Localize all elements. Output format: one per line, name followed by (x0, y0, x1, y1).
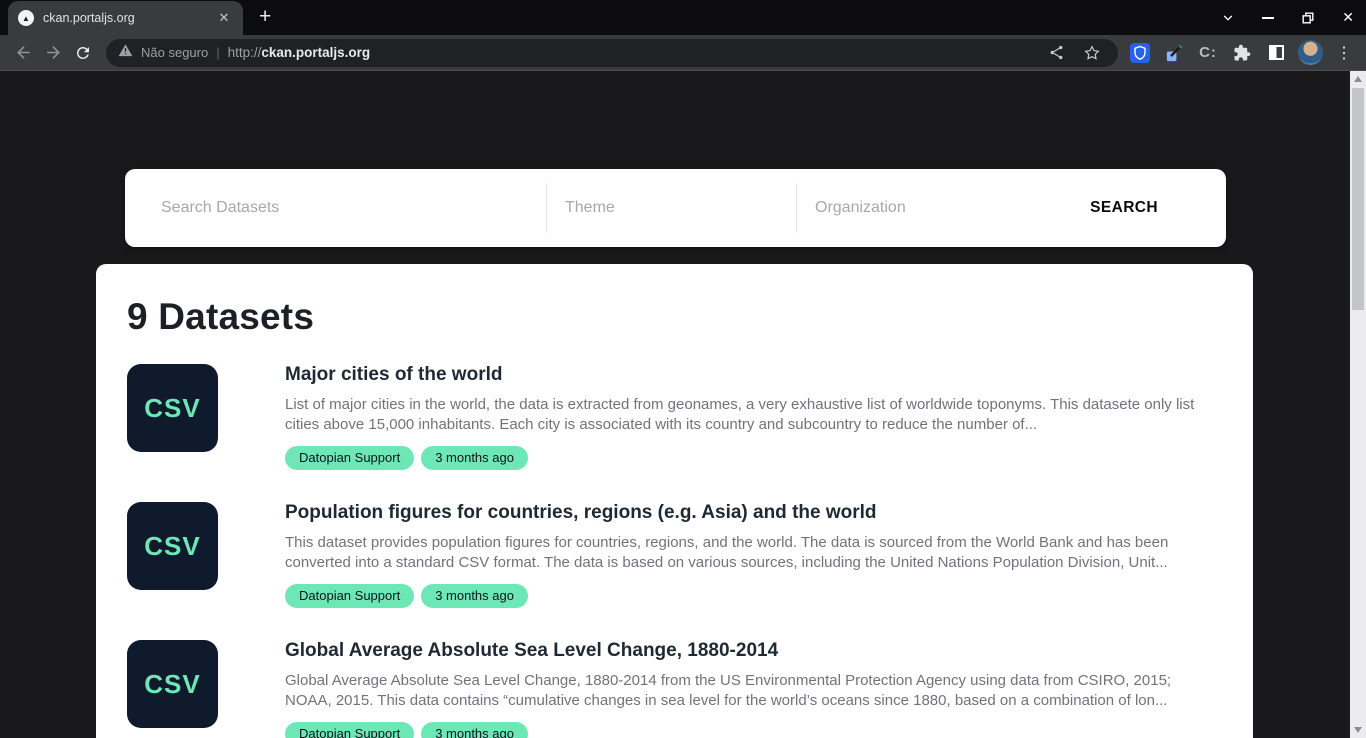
restore-button[interactable] (1301, 11, 1315, 25)
csv-format-tile: CSV (127, 364, 218, 452)
minimize-button[interactable] (1262, 17, 1274, 19)
dataset-description: Global Average Absolute Sea Level Change… (285, 671, 1221, 711)
tab-title: ckan.portaljs.org (43, 11, 206, 25)
page-scrollbar[interactable] (1350, 71, 1366, 738)
browser-toolbar: Não seguro | http://ckan.portaljs.org C:… (0, 35, 1366, 71)
back-icon[interactable] (8, 38, 38, 68)
scroll-down-icon[interactable] (1350, 723, 1366, 737)
not-secure-warning-icon (118, 43, 133, 63)
organization-input[interactable] (797, 169, 1060, 247)
url-scheme: http:// (228, 45, 262, 60)
dataset-row: CSV Major cities of the world List of ma… (127, 364, 1221, 470)
results-card: 9 Datasets CSV Major cities of the world… (96, 264, 1253, 738)
forward-icon[interactable] (38, 38, 68, 68)
browser-tab[interactable]: ▲ ckan.portaljs.org ✕ (8, 1, 243, 35)
datasets-count-heading: 9 Datasets (127, 296, 1221, 338)
extensions-puzzle-icon[interactable] (1228, 39, 1256, 67)
csv-format-tile: CSV (127, 502, 218, 590)
url-domain: ckan.portaljs.org (261, 45, 370, 60)
profile-avatar[interactable] (1296, 39, 1324, 67)
updated-time-badge: 3 months ago (421, 446, 528, 470)
colorzilla-icon[interactable]: C: (1194, 39, 1222, 67)
security-label: Não seguro (141, 45, 208, 60)
close-window-button[interactable]: ✕ (1342, 9, 1354, 26)
updated-time-badge: 3 months ago (421, 722, 528, 738)
organization-badge[interactable]: Datopian Support (285, 722, 414, 738)
dark-reader-icon[interactable] (1262, 39, 1290, 67)
dataset-search-bar: SEARCH (125, 169, 1226, 247)
dataset-row: CSV Population figures for countries, re… (127, 502, 1221, 608)
address-separator: | (216, 45, 219, 60)
updated-time-badge: 3 months ago (421, 584, 528, 608)
reload-icon[interactable] (68, 38, 98, 68)
extensions-area: C: ⋮ (1126, 39, 1358, 67)
search-datasets-input[interactable] (125, 169, 546, 247)
tab-search-chevron-icon[interactable] (1221, 11, 1235, 25)
dataset-title-link[interactable]: Major cities of the world (285, 364, 1221, 386)
organization-badge[interactable]: Datopian Support (285, 446, 414, 470)
new-tab-button[interactable]: + (259, 5, 271, 29)
eyedropper-icon[interactable] (1160, 39, 1188, 67)
share-icon[interactable] (1042, 39, 1070, 67)
scrollbar-thumb[interactable] (1352, 88, 1364, 310)
site-favicon-icon: ▲ (18, 10, 34, 26)
search-button[interactable]: SEARCH (1060, 169, 1226, 247)
dataset-title-link[interactable]: Population figures for countries, region… (285, 502, 1221, 524)
theme-input[interactable] (547, 169, 796, 247)
organization-badge[interactable]: Datopian Support (285, 584, 414, 608)
page-url: http://ckan.portaljs.org (228, 45, 371, 60)
browser-menu-icon[interactable]: ⋮ (1330, 39, 1358, 67)
page-viewport: SEARCH 9 Datasets CSV Major cities of th… (0, 71, 1366, 738)
scroll-up-icon[interactable] (1350, 72, 1366, 86)
dataset-description: List of major cities in the world, the d… (285, 395, 1221, 435)
bookmark-star-icon[interactable] (1078, 39, 1106, 67)
dataset-description: This dataset provides population figures… (285, 533, 1221, 573)
tab-bar: ▲ ckan.portaljs.org ✕ + ✕ (0, 0, 1366, 35)
csv-format-tile: CSV (127, 640, 218, 728)
tab-close-icon[interactable]: ✕ (215, 9, 233, 27)
address-bar[interactable]: Não seguro | http://ckan.portaljs.org (106, 39, 1118, 67)
dataset-row: CSV Global Average Absolute Sea Level Ch… (127, 640, 1221, 738)
window-controls: ✕ (1221, 0, 1354, 35)
dataset-title-link[interactable]: Global Average Absolute Sea Level Change… (285, 640, 1221, 662)
password-manager-shield-icon[interactable] (1126, 39, 1154, 67)
